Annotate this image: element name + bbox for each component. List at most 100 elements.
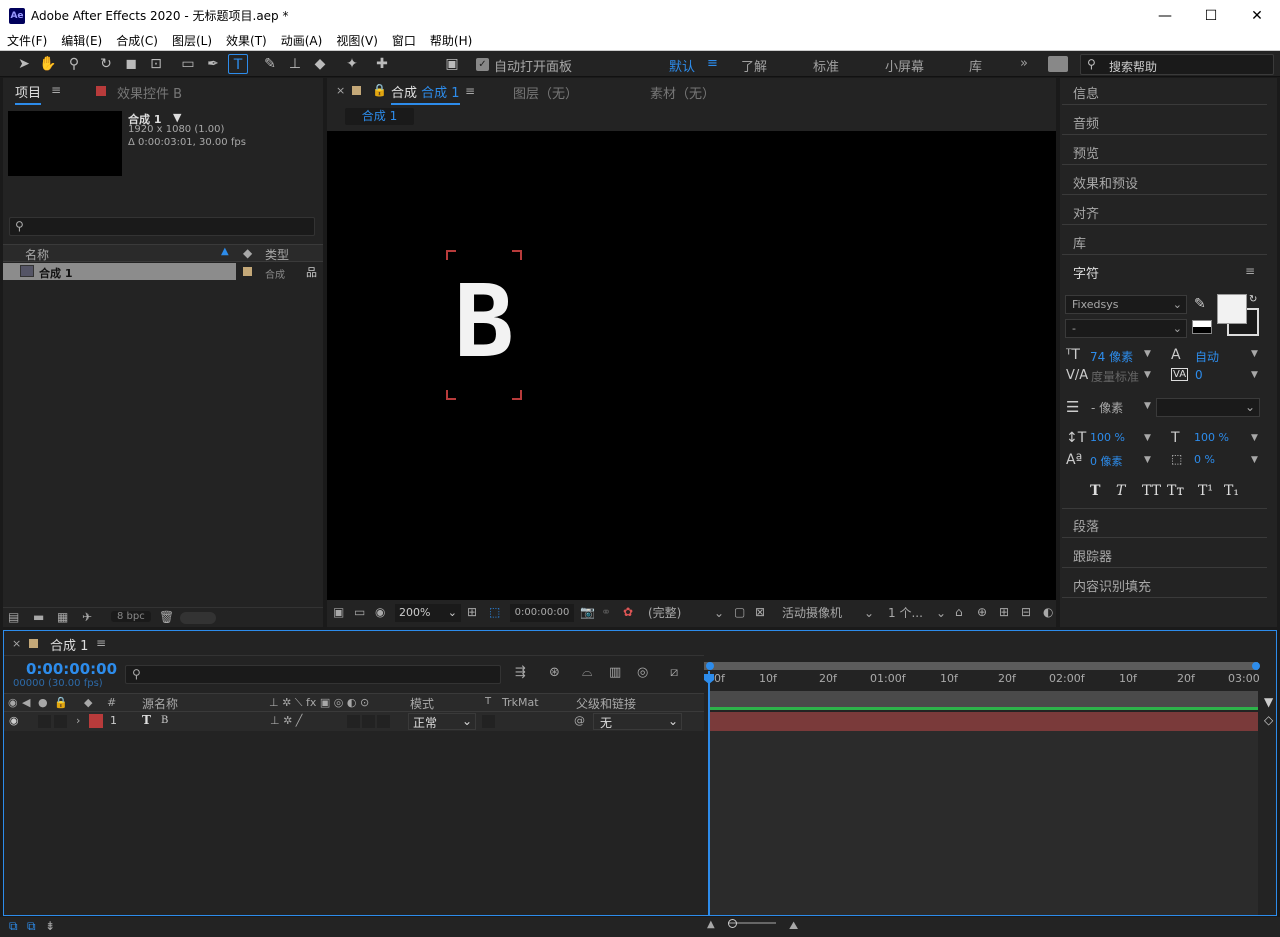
always-preview-icon[interactable]: ▣: [333, 605, 344, 619]
eyedropper-icon[interactable]: ✎: [1194, 296, 1206, 312]
kerning-dropdown-icon[interactable]: ▼: [1144, 370, 1151, 380]
flowchart-icon[interactable]: 品: [306, 264, 317, 280]
region-of-interest-icon[interactable]: ⬚: [489, 605, 500, 619]
menu-animation[interactable]: 动画(A): [274, 32, 330, 49]
type-tool-icon[interactable]: T: [228, 54, 248, 74]
toggle-3d-icon[interactable]: ⌂: [955, 605, 963, 619]
camera-tool-icon[interactable]: ◼: [121, 54, 141, 74]
auto-open-checkbox[interactable]: ✓: [476, 58, 489, 71]
interpret-footage-icon[interactable]: ▤: [8, 610, 19, 624]
fill-color-swatch[interactable]: [1217, 294, 1247, 324]
lock-icon[interactable]: 🔒: [372, 83, 387, 97]
timeline-link-icon[interactable]: ⊟: [1021, 605, 1031, 619]
snapping-icon[interactable]: ▣: [442, 54, 462, 74]
current-time[interactable]: 0:00:00:00: [26, 660, 117, 678]
video-toggle-icon[interactable]: ◉: [8, 696, 18, 709]
exposure-icon[interactable]: ◐: [1043, 605, 1053, 619]
visibility-eye-icon[interactable]: ◉: [9, 714, 19, 727]
zoom-tool-icon[interactable]: ⚲: [64, 54, 84, 74]
swap-colors-icon[interactable]: ↻: [1249, 294, 1257, 305]
quality-select[interactable]: (完整) ⌄: [644, 604, 728, 622]
close-tab-icon[interactable]: ×: [336, 84, 345, 97]
tracking-value[interactable]: 0: [1195, 368, 1203, 382]
leading-value[interactable]: 自动: [1195, 348, 1219, 365]
channel-icon[interactable]: ✿: [623, 605, 633, 619]
minimize-button[interactable]: —: [1142, 0, 1188, 31]
views-select[interactable]: 1 个... ⌄: [884, 604, 950, 622]
layer-row[interactable]: ◉ › 1 T B ⊥ ✲ ╱ 正常 ⌄ @ 无 ⌄: [4, 712, 704, 731]
workspace-learn[interactable]: 了解: [741, 56, 767, 75]
comp-mini-flowchart-icon[interactable]: ⇶: [515, 665, 526, 680]
vertical-scale-value[interactable]: 100 %: [1090, 431, 1125, 444]
timeline-search-input[interactable]: ⚲: [125, 665, 501, 684]
faux-bold-button[interactable]: T: [1090, 483, 1100, 499]
project-search-input[interactable]: ⚲: [9, 217, 315, 236]
new-composition-icon[interactable]: ▦: [57, 610, 68, 624]
tracking-dropdown-icon[interactable]: ▼: [1251, 370, 1258, 380]
tsume-value[interactable]: 0 %: [1194, 453, 1215, 466]
lock-toggle-icon[interactable]: 🔒: [54, 696, 68, 709]
new-folder-icon[interactable]: ▬: [33, 610, 44, 624]
expand-arrow-icon[interactable]: ›: [76, 714, 80, 727]
work-area-bar[interactable]: [704, 662, 1258, 670]
panel-info[interactable]: 信息: [1073, 83, 1099, 102]
help-search-input[interactable]: ⚲ 搜索帮助: [1080, 54, 1274, 75]
monitor-icon[interactable]: ▭: [354, 605, 365, 619]
tab-effect-controls[interactable]: 效果控件 B: [117, 83, 182, 102]
delete-icon[interactable]: 🗑: [159, 610, 174, 624]
column-source-name[interactable]: 源名称: [142, 695, 178, 712]
zoom-in-icon[interactable]: ⛰: [789, 919, 798, 933]
timeline-track-area[interactable]: [709, 731, 1258, 915]
text-layer-bounds[interactable]: B: [446, 250, 522, 400]
black-white-swatch[interactable]: [1192, 320, 1212, 334]
time-navigator[interactable]: [709, 691, 1258, 707]
hand-tool-icon[interactable]: ✋: [38, 54, 58, 74]
transparency-grid-icon[interactable]: ▢: [734, 605, 745, 619]
bpc-button[interactable]: 8 bpc: [111, 611, 151, 622]
menu-layer[interactable]: 图层(L): [165, 32, 219, 49]
work-area-start-handle[interactable]: [706, 662, 714, 670]
panel-tracker[interactable]: 跟踪器: [1073, 546, 1112, 565]
column-type[interactable]: 类型: [265, 246, 289, 263]
project-item-row[interactable]: 合成 1 合成 品: [3, 263, 323, 281]
composition-viewport[interactable]: B: [327, 131, 1056, 600]
panel-effects-presets[interactable]: 效果和预设: [1073, 173, 1138, 192]
mask-icon[interactable]: ◉: [375, 605, 385, 619]
puppet-pin-tool-icon[interactable]: ✚: [372, 54, 392, 74]
layer-name[interactable]: B: [161, 715, 168, 726]
label-column-icon[interactable]: ◆: [243, 246, 252, 260]
panel-align[interactable]: 对齐: [1073, 203, 1099, 222]
panel-menu-icon[interactable]: ≡: [96, 636, 106, 650]
workspace-standard[interactable]: 标准: [813, 56, 839, 75]
roto-brush-tool-icon[interactable]: ✦: [342, 54, 362, 74]
solo-toggle-icon[interactable]: ●: [38, 696, 48, 709]
menu-edit[interactable]: 编辑(E): [54, 32, 109, 49]
brush-tool-icon[interactable]: ✎: [260, 54, 280, 74]
menu-help[interactable]: 帮助(H): [423, 32, 479, 49]
parent-select[interactable]: 无 ⌄: [593, 713, 682, 730]
font-family-select[interactable]: Fixedsys ⌄: [1065, 295, 1187, 314]
layer-label-color[interactable]: [89, 714, 103, 728]
fast-preview-icon[interactable]: ⊠: [755, 605, 765, 619]
stroke-width-dropdown-icon[interactable]: ▼: [1144, 401, 1151, 411]
time-ruler[interactable]: 0f 10f 20f 01:00f 10f 20f 02:00f 10f 20f…: [704, 671, 1260, 691]
panel-audio[interactable]: 音频: [1073, 113, 1099, 132]
graph-editor-icon[interactable]: ⧄: [670, 665, 678, 680]
layer-switches-toggle-icon[interactable]: ⧉: [9, 919, 18, 934]
audio-toggle-icon[interactable]: ◀: [22, 696, 30, 709]
small-caps-button[interactable]: Tт: [1167, 483, 1184, 499]
tab-project[interactable]: 项目: [15, 82, 42, 105]
flowchart-view-icon[interactable]: ⊞: [999, 605, 1009, 619]
clone-stamp-tool-icon[interactable]: ⊥: [285, 54, 305, 74]
3d-layer-checkbox[interactable]: [377, 715, 390, 728]
stroke-mode-select[interactable]: ⌄: [1156, 398, 1260, 417]
kerning-value[interactable]: 度量标准: [1091, 368, 1139, 385]
workspace-default[interactable]: 默认: [669, 56, 695, 75]
leading-dropdown-icon[interactable]: ▼: [1251, 349, 1258, 359]
font-size-value[interactable]: 74 像素: [1090, 348, 1133, 365]
faux-italic-button[interactable]: T: [1116, 483, 1125, 499]
timeline-zoom-thumb[interactable]: [728, 919, 737, 928]
preserve-transparency-checkbox[interactable]: [482, 715, 495, 728]
frame-blending-icon[interactable]: ▥: [609, 665, 621, 680]
workspace-overflow-icon[interactable]: »: [1020, 56, 1028, 71]
